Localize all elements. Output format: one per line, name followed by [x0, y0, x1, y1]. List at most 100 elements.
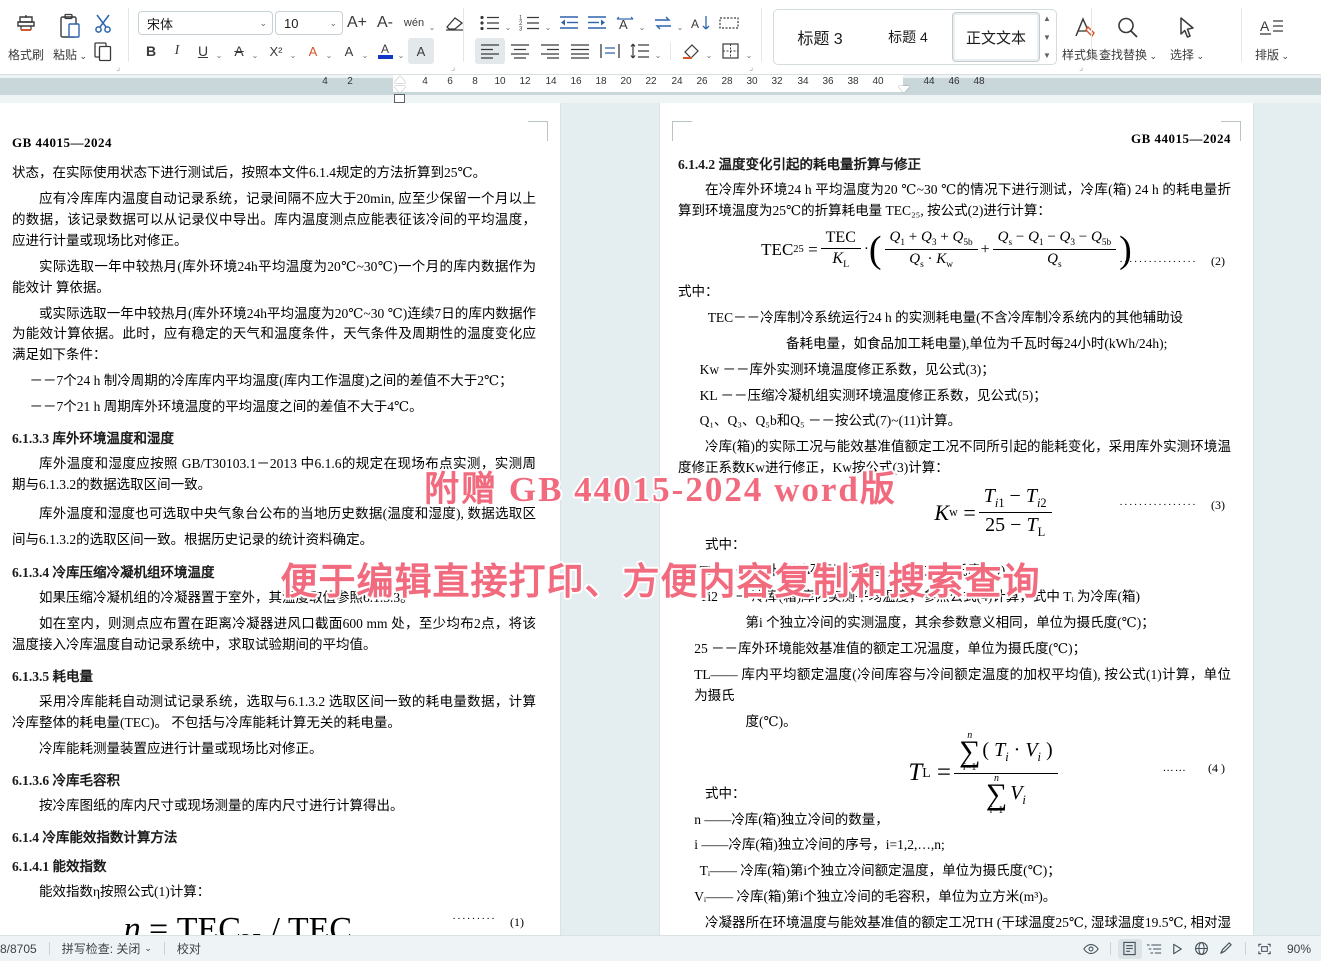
- phonetic-chevron-icon[interactable]: ⌄: [427, 10, 437, 36]
- asian-layout-chevron-icon[interactable]: ⌄: [637, 10, 647, 36]
- styles-dialog-launcher[interactable]: ⌟: [1079, 63, 1088, 72]
- style-gallery-scroller[interactable]: ▲ ▼ ▼: [1040, 12, 1054, 62]
- paste-button[interactable]: 粘贴 ⌄: [48, 3, 92, 71]
- asian-layout-button[interactable]: A: [611, 10, 639, 36]
- show-marks-button[interactable]: [715, 10, 743, 36]
- shading-button[interactable]: [676, 38, 706, 64]
- phonetic-guide-button[interactable]: wén: [399, 10, 429, 36]
- highlight-color-button[interactable]: A: [336, 38, 362, 64]
- align-justify-button[interactable]: [565, 38, 595, 64]
- superscript-button[interactable]: X²: [262, 38, 290, 64]
- ruler-tick: 24: [671, 76, 683, 87]
- left-indent-marker[interactable]: [394, 94, 405, 103]
- underline-button[interactable]: U: [190, 38, 216, 64]
- margin-corner-tr: [1221, 121, 1241, 141]
- font-family-combo[interactable]: 宋体 ⌄: [138, 11, 273, 35]
- typeset-button[interactable]: A 排版 ⌄: [1245, 3, 1299, 71]
- paste-icon: [56, 11, 84, 45]
- decrease-indent-button[interactable]: [555, 10, 583, 36]
- scroll-more-icon[interactable]: ▼: [1043, 51, 1051, 60]
- clipboard-dialog-launcher[interactable]: ⌟: [116, 63, 125, 72]
- distribute-button[interactable]: [595, 38, 625, 64]
- scroll-down-icon[interactable]: ▼: [1043, 33, 1051, 42]
- text-effects-button[interactable]: A: [408, 38, 434, 64]
- word-count-label[interactable]: 8/8705: [0, 942, 37, 956]
- document-page-right[interactable]: GB 44015—2024 6.1.4.2 温度变化引起的耗电量折算与修正 在冷…: [660, 103, 1253, 935]
- line-spacing-chevron-icon[interactable]: ⌄: [653, 38, 663, 64]
- shading-chevron-icon[interactable]: ⌄: [704, 38, 714, 64]
- select-button[interactable]: 选择 ⌄: [1161, 3, 1213, 71]
- document-canvas[interactable]: GB 44015—2024 状态，在实际使用状态下进行测试后，按照本文件6.1.…: [0, 103, 1321, 935]
- web-layout-button[interactable]: [1190, 939, 1214, 959]
- align-left-button[interactable]: [475, 38, 505, 64]
- character-border-button[interactable]: A: [300, 38, 326, 64]
- spellcheck-status[interactable]: 拼写检查: 关闭 ⌄: [62, 940, 152, 957]
- style-item-1[interactable]: 标题 4: [864, 12, 952, 62]
- align-center-button[interactable]: [505, 38, 535, 64]
- doc-heading: 6.1.4 冷库能效指数计算方法: [12, 829, 178, 845]
- font-dialog-launcher[interactable]: ⌟: [451, 63, 460, 72]
- page-layout-button[interactable]: [1117, 938, 1142, 959]
- underline-chevron-icon[interactable]: ⌄: [214, 38, 224, 64]
- pen-tool-button[interactable]: [1214, 939, 1238, 959]
- eraser-icon: [446, 17, 464, 31]
- hanging-indent-marker[interactable]: [394, 86, 406, 93]
- align-right-icon: [541, 44, 559, 59]
- doc-paragraph: 如在室内，则测点应布置在距离冷凝器进风口截面600 mm 处，至少均布2点，将该…: [12, 616, 536, 653]
- italic-button[interactable]: I: [164, 38, 190, 64]
- right-indent-marker[interactable]: [898, 86, 910, 93]
- numbering-button[interactable]: 1 2 3: [515, 10, 545, 36]
- status-bar: 8/8705 拼写检查: 关闭 ⌄ 校对 90%: [0, 935, 1321, 961]
- grow-font-button[interactable]: A+: [343, 10, 371, 36]
- format-painter-button[interactable]: 格式刷: [4, 3, 48, 71]
- text-direction-chevron-icon[interactable]: ⌄: [675, 10, 685, 36]
- ruler-tick: 36: [822, 76, 834, 87]
- fullscreen-button[interactable]: [1253, 939, 1277, 959]
- find-replace-button[interactable]: 查找替换 ⌄: [1095, 3, 1161, 71]
- document-page-left[interactable]: GB 44015—2024 状态，在实际使用状态下进行测试后，按照本文件6.1.…: [0, 103, 560, 935]
- paragraph-dialog-launcher[interactable]: ⌟: [749, 63, 758, 72]
- proofread-button[interactable]: 校对: [177, 940, 201, 957]
- borders-button[interactable]: [716, 38, 746, 64]
- font-row-2: B I U ⌄ A ⌄ X² ⌄ A ⌄ A ⌄ A ⌄ A: [138, 38, 469, 64]
- ruler-tick: 44: [923, 76, 935, 87]
- first-line-indent-marker[interactable]: [394, 76, 406, 83]
- increase-indent-button[interactable]: [583, 10, 611, 36]
- highlight-chevron-icon[interactable]: ⌄: [360, 38, 370, 64]
- outline-view-button[interactable]: [1142, 939, 1166, 959]
- borders-chevron-icon[interactable]: ⌄: [744, 38, 754, 64]
- zoom-level-label[interactable]: 90%: [1287, 942, 1311, 956]
- copy-button[interactable]: [90, 38, 116, 64]
- style-item-0[interactable]: 标题 3: [776, 12, 864, 62]
- doc-paragraph: 应有冷库库内温度自动记录系统，记录间隔不应大于20min, 应至少保留一个月以上…: [12, 190, 536, 248]
- bold-button[interactable]: B: [138, 38, 164, 64]
- line-spacing-button[interactable]: [625, 38, 655, 64]
- font-color-button[interactable]: A: [372, 38, 398, 64]
- ruler-tick: 30: [746, 76, 758, 87]
- svg-text:A: A: [1260, 18, 1270, 34]
- cut-button[interactable]: [90, 10, 116, 36]
- shrink-font-button[interactable]: A-: [371, 10, 399, 36]
- scroll-up-icon[interactable]: ▲: [1043, 14, 1051, 23]
- style-item-2[interactable]: 正文文本: [952, 12, 1040, 62]
- strikethrough-chevron-icon[interactable]: ⌄: [250, 38, 260, 64]
- globe-icon: [1195, 942, 1209, 955]
- strikethrough-button[interactable]: A: [226, 38, 252, 64]
- character-border-chevron-icon[interactable]: ⌄: [324, 38, 334, 64]
- doc-definition: 度(℃)。: [745, 713, 797, 729]
- doc-heading: 6.1.3.3 库外环境温度和湿度: [12, 431, 174, 447]
- increase-indent-icon: [588, 16, 606, 29]
- read-mode-button[interactable]: [1079, 939, 1103, 959]
- horizontal-ruler[interactable]: 4 2 4 6 8 10 12 14 16 18 20 22 24 26 28 …: [0, 75, 1321, 103]
- doc-paragraph: 能效指数η按照公式(1)计算：: [39, 883, 211, 899]
- presentation-view-button[interactable]: [1166, 939, 1190, 959]
- superscript-chevron-icon[interactable]: ⌄: [288, 38, 298, 64]
- font-size-combo[interactable]: 10 ⌄: [275, 11, 343, 35]
- bullets-button[interactable]: [475, 10, 505, 36]
- bullets-chevron-icon[interactable]: ⌄: [503, 10, 513, 36]
- align-right-button[interactable]: [535, 38, 565, 64]
- numbering-chevron-icon[interactable]: ⌄: [543, 10, 553, 36]
- text-direction-button[interactable]: [649, 10, 677, 36]
- sort-button[interactable]: A: [687, 10, 715, 36]
- font-color-chevron-icon[interactable]: ⌄: [396, 38, 406, 64]
